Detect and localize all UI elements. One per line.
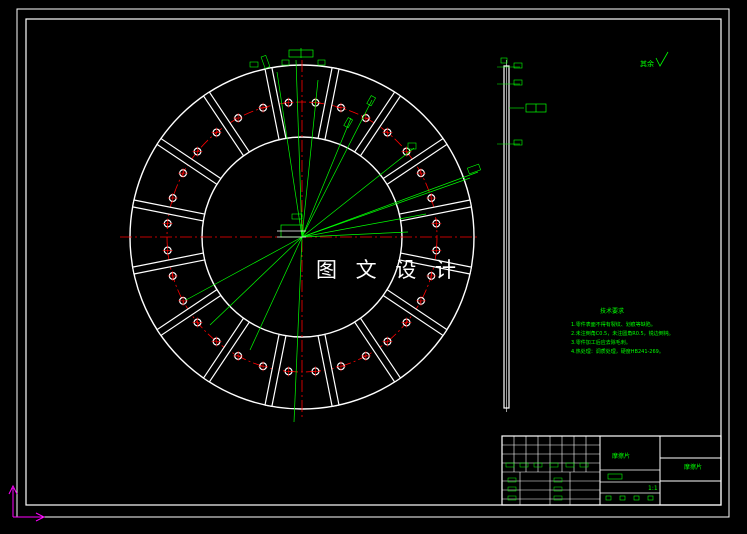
drawing-number: 摩擦片: [684, 463, 702, 471]
dimension-leader: [301, 213, 427, 238]
technical-requirements: 技术要求 1.零件表面不得有裂纹、划痕等缺陷。 2.未注倒角C0.5，未注圆角R…: [571, 307, 674, 355]
tech-req-item-2: 2.未注倒角C0.5，未注圆角R0.5，锐边倒钝。: [571, 330, 674, 337]
scale-value: 1:1: [648, 485, 658, 492]
radial-slot: [131, 199, 206, 222]
dimension-leader: [295, 59, 303, 238]
dimension-leader: [209, 236, 303, 326]
dimension-leader: [301, 79, 319, 238]
part-name: 摩擦片: [612, 452, 630, 460]
radial-slot: [353, 317, 402, 383]
title-block: 摩擦片 摩擦片 1:1: [501, 435, 722, 506]
tech-req-item-1: 1.零件表面不得有裂纹、划痕等缺陷。: [571, 321, 656, 328]
radial-slot: [382, 288, 448, 337]
tech-req-item-4: 4.热处理：调质处理，硬度HB241-269。: [571, 348, 664, 355]
friction-disc-side-view: [497, 57, 547, 412]
radial-slot: [382, 137, 448, 186]
radial-slot: [156, 137, 222, 186]
radial-slot: [317, 333, 340, 408]
friction-disc-front-view: [120, 48, 482, 423]
roughness-check-icon: [655, 51, 669, 67]
radial-slot: [156, 288, 222, 337]
dimension-leader: [301, 147, 415, 238]
radial-slot: [202, 91, 251, 157]
dimension-leader: [293, 236, 303, 423]
title-block-grid: [502, 436, 600, 505]
tech-req-title: 技术要求: [600, 307, 624, 315]
dimension-leader: [185, 236, 303, 301]
dimension-leader: [301, 231, 409, 238]
roughness-note: 其余: [640, 51, 669, 68]
radial-slot: [264, 333, 287, 408]
tech-req-item-3: 3.零件加工后应去除毛刺。: [571, 339, 631, 346]
radial-slot: [202, 317, 251, 383]
watermark: 图 文 设 计: [316, 258, 463, 282]
dimension-leader: [276, 71, 303, 238]
radial-slot: [353, 91, 402, 157]
dimension-leader: [301, 117, 352, 238]
roughness-label: 其余: [640, 59, 654, 68]
